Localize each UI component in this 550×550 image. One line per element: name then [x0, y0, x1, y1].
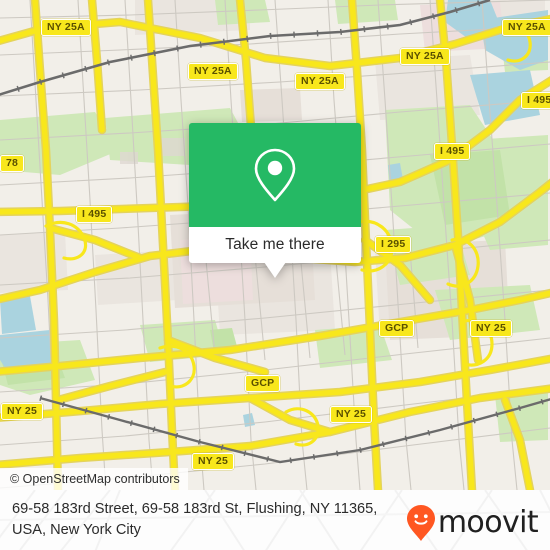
footer-bar: 69-58 183rd Street, 69-58 183rd St, Flus… — [0, 490, 550, 550]
map-canvas[interactable]: NY 25A NY 25A NY 25A NY 25A NY 25A I 495 I 495… — [0, 0, 550, 490]
footer-address: 69-58 183rd Street, 69-58 183rd St, Flus… — [12, 501, 378, 538]
map-attribution-text: © OpenStreetMap contributors — [10, 472, 180, 486]
road-shield: NY 25 — [1, 403, 43, 420]
moovit-wordmark: moovit — [437, 505, 539, 540]
take-me-there-button[interactable]: Take me there — [189, 227, 361, 263]
road-shield: NY 25A — [41, 19, 91, 36]
moovit-pin-icon — [406, 505, 435, 541]
road-shield: I 495 — [76, 206, 113, 223]
road-shield: NY 25 — [192, 453, 234, 470]
road-shield: 78 — [0, 155, 25, 172]
map-screenshot: NY 25A NY 25A NY 25A NY 25A NY 25A I 495 I 495… — [0, 0, 550, 550]
road-shield: NY 25A — [400, 48, 450, 65]
road-shield: I 495 — [434, 143, 471, 160]
map-pin-icon — [254, 148, 296, 202]
road-shield: NY 25 — [330, 406, 372, 423]
road-shield: I 495 — [521, 92, 550, 109]
road-shield: NY 25A — [502, 19, 550, 36]
moovit-logo: moovit — [406, 504, 539, 542]
popup-pointer — [264, 262, 286, 278]
road-shield: NY 25 — [470, 320, 512, 337]
map-attribution[interactable]: © OpenStreetMap contributors — [0, 468, 188, 490]
take-me-there-label: Take me there — [225, 236, 325, 253]
road-shield: NY 25A — [188, 63, 238, 80]
road-shield: GCP — [379, 320, 415, 337]
destination-popup[interactable]: Take me there — [189, 123, 361, 278]
road-shield: NY 25A — [295, 73, 345, 90]
popup-icon-panel — [189, 123, 361, 227]
road-shield: I 295 — [375, 236, 412, 253]
road-shield: GCP — [245, 375, 281, 392]
